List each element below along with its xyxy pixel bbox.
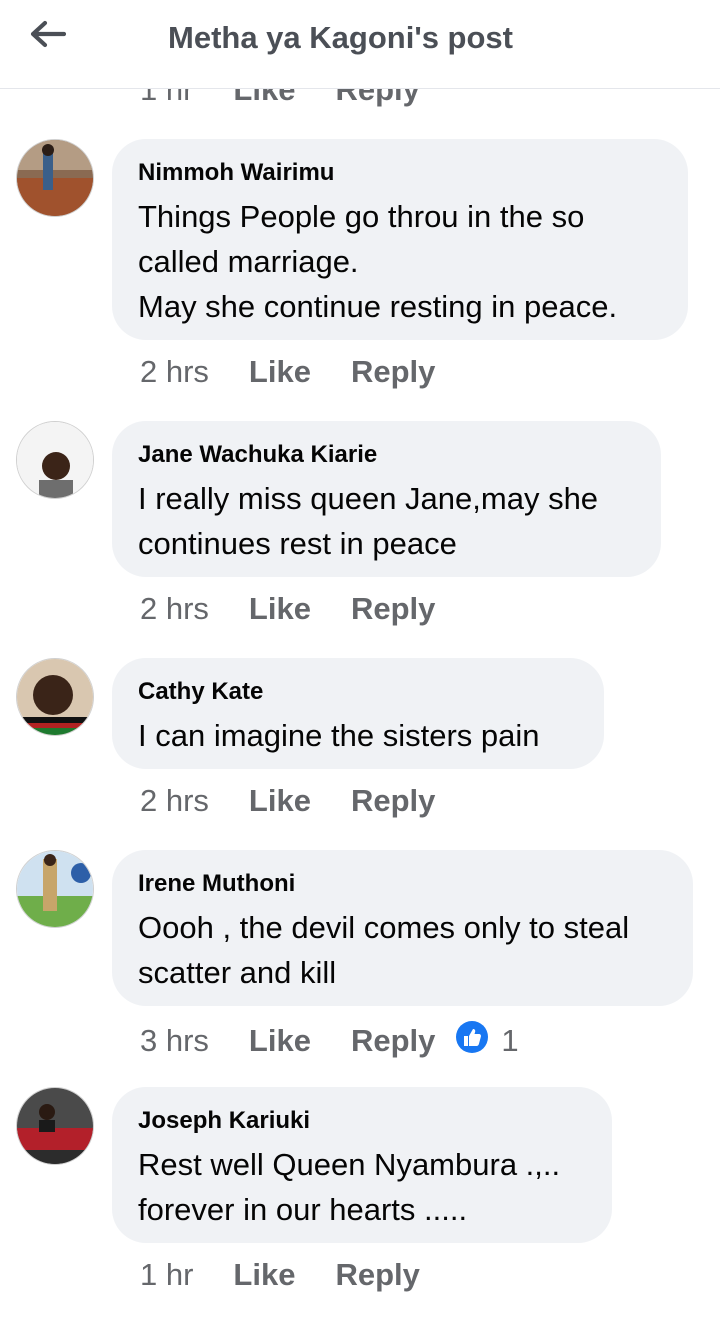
avatar[interactable]	[16, 658, 94, 736]
comment-bubble[interactable]: Jane Wachuka Kiarie I really miss queen …	[112, 421, 661, 577]
comment-author[interactable]: Nimmoh Wairimu	[138, 159, 660, 187]
comment-meta: 1 hr Like Reply	[140, 1257, 420, 1293]
avatar[interactable]	[16, 850, 94, 928]
like-button[interactable]: Like	[249, 354, 311, 390]
like-button[interactable]: Like	[249, 1023, 311, 1059]
comment-bubble[interactable]: Cathy Kate I can imagine the sisters pai…	[112, 658, 604, 769]
thumbs-up-icon	[455, 1020, 489, 1062]
comment-text: Things People go throu in the so called …	[138, 199, 618, 324]
like-button[interactable]: Like	[233, 1257, 295, 1293]
page-title: Metha ya Kagoni's post	[168, 20, 513, 55]
comment-author[interactable]: Cathy Kate	[138, 678, 576, 706]
comments-feed[interactable]: 1 hr Like Reply Nimmoh Wairimu Things Pe…	[0, 0, 720, 1325]
like-button[interactable]: Like	[249, 591, 311, 627]
comment-meta: 3 hrs Like Reply 1	[140, 1020, 519, 1062]
comment-meta: 2 hrs Like Reply	[140, 354, 435, 390]
comment-meta: 2 hrs Like Reply	[140, 783, 435, 819]
reply-button[interactable]: Reply	[351, 783, 435, 819]
avatar[interactable]	[16, 1087, 94, 1165]
reply-button[interactable]: Reply	[351, 354, 435, 390]
comment-time: 1 hr	[140, 1257, 194, 1292]
comment-author[interactable]: Irene Muthoni	[138, 870, 665, 898]
comment-author[interactable]: Joseph Kariuki	[138, 1107, 584, 1135]
comment-time: 2 hrs	[140, 783, 209, 818]
comment-text: I really miss queen Jane,may she continu…	[138, 481, 599, 561]
comment-time: 3 hrs	[140, 1023, 209, 1058]
avatar[interactable]	[16, 421, 94, 499]
reaction-count: 1	[501, 1023, 519, 1058]
post-header: Metha ya Kagoni's post	[0, 0, 720, 89]
comment-time: 2 hrs	[140, 591, 209, 626]
comment-author[interactable]: Jane Wachuka Kiarie	[138, 441, 633, 469]
like-button[interactable]: Like	[249, 783, 311, 819]
comment-time: 2 hrs	[140, 354, 209, 389]
comment-text: Rest well Queen Nyambura .,.. forever in…	[138, 1147, 561, 1227]
avatar[interactable]	[16, 139, 94, 217]
comment-text: Oooh , the devil comes only to steal sca…	[138, 910, 630, 990]
reply-button[interactable]: Reply	[351, 591, 435, 627]
reply-button[interactable]: Reply	[335, 1257, 419, 1293]
back-button[interactable]	[24, 14, 72, 58]
arrow-left-icon	[30, 20, 67, 53]
reply-button[interactable]: Reply	[351, 1023, 435, 1059]
comment-bubble[interactable]: Joseph Kariuki Rest well Queen Nyambura …	[112, 1087, 612, 1243]
comment-bubble[interactable]: Irene Muthoni Oooh , the devil comes onl…	[112, 850, 693, 1006]
reaction-summary[interactable]: 1	[455, 1020, 519, 1062]
comment-meta: 2 hrs Like Reply	[140, 591, 435, 627]
comment-bubble[interactable]: Nimmoh Wairimu Things People go throu in…	[112, 139, 688, 340]
comment-text: I can imagine the sisters pain	[138, 718, 540, 753]
